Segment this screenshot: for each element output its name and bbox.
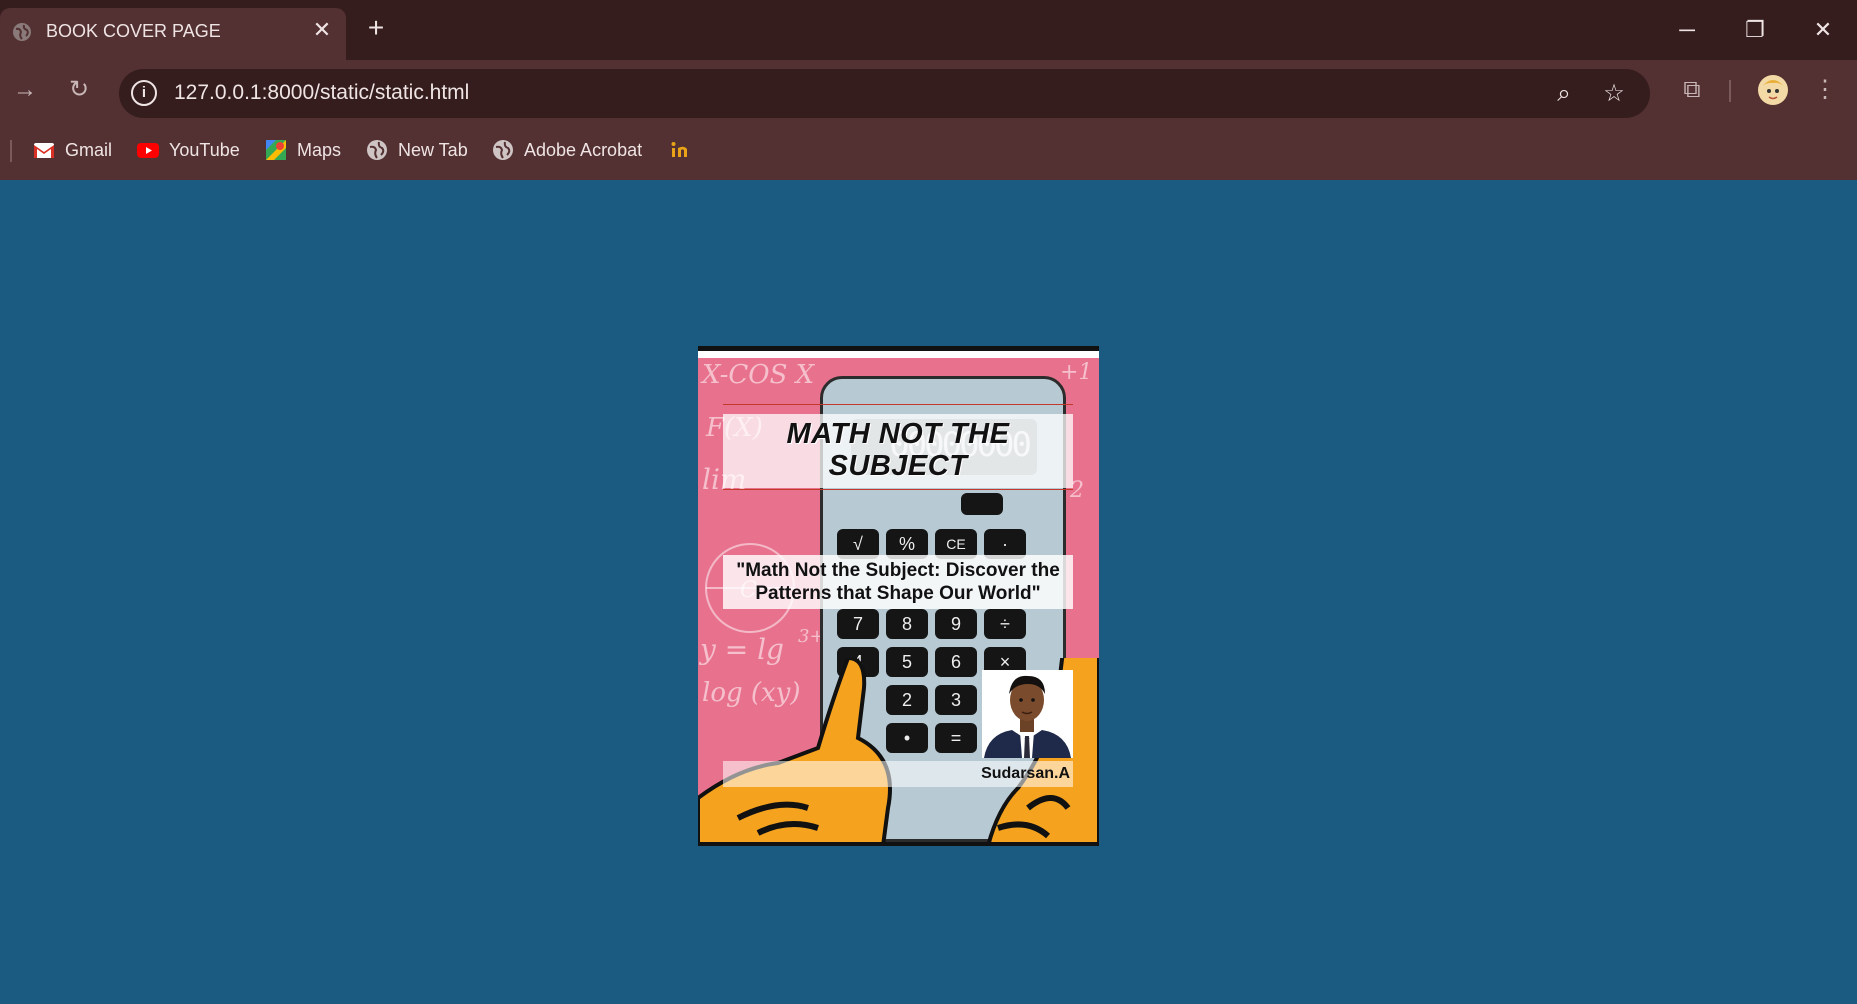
chalk-formula: +1 <box>1060 360 1093 385</box>
book-subtitle: "Math Not the Subject: Discover the Patt… <box>736 560 1060 604</box>
bookmarks-divider <box>10 140 12 162</box>
author-name: Sudarsan.A <box>981 765 1070 782</box>
minimize-button[interactable]: ─ <box>1667 12 1707 48</box>
window-close-button[interactable]: ✕ <box>1803 12 1843 48</box>
tab-active[interactable]: BOOK COVER PAGE ✕ <box>0 8 346 60</box>
cover-top-border <box>698 346 1099 351</box>
globe-icon <box>13 23 31 41</box>
address-bar[interactable]: i 127.0.0.1:8000/static/static.html ⌕ ☆ <box>119 69 1650 118</box>
bookmark-new-tab[interactable]: New Tab <box>366 137 468 163</box>
reload-button[interactable]: ↻ <box>63 74 95 106</box>
bookmark-star-icon[interactable]: ☆ <box>1599 79 1629 109</box>
zoom-icon[interactable]: ⌕ <box>1549 79 1579 109</box>
book-title: MATH NOT THE SUBJECT <box>786 418 1010 482</box>
bookmark-label: New Tab <box>398 139 468 160</box>
calculator-key: ÷ <box>984 609 1026 639</box>
bookmark-youtube[interactable]: YouTube <box>137 137 240 163</box>
tab-close-icon[interactable]: ✕ <box>310 18 334 42</box>
author-photo <box>982 670 1073 758</box>
bookmark-label: Gmail <box>65 139 113 160</box>
calculator-key: 8 <box>886 609 928 639</box>
bookmark-maps[interactable]: Maps <box>265 137 341 163</box>
youtube-icon <box>137 143 159 158</box>
bookmark-label: YouTube <box>169 139 240 160</box>
extensions-icon[interactable]: ⧉ <box>1676 74 1708 106</box>
book-cover: X-COS X F(X) lim C y = lg log (xy) +1 3+… <box>698 346 1099 846</box>
bookmark-extra[interactable] <box>669 137 701 163</box>
extension-logo-icon <box>671 142 687 157</box>
bookmarks-bar: Gmail YouTube Maps New Tab Adobe Acrobat <box>0 120 1857 180</box>
chalk-formula: X-COS X <box>702 360 815 390</box>
bookmark-label: Maps <box>297 139 342 160</box>
profile-avatar[interactable] <box>1757 74 1789 106</box>
title-rule-top <box>723 404 1073 405</box>
calculator-key <box>961 493 1003 515</box>
browser-menu-icon[interactable]: ⋮ <box>1809 74 1841 106</box>
maps-icon <box>266 140 286 160</box>
tab-title: BOOK COVER PAGE <box>46 21 221 41</box>
tab-strip: BOOK COVER PAGE ✕ + ─ ❐ ✕ <box>0 0 1857 60</box>
restore-button[interactable]: ❐ <box>1735 12 1775 48</box>
site-info-icon[interactable]: i <box>131 80 157 106</box>
forward-button[interactable]: → <box>9 74 41 106</box>
bookmark-label: Adobe Acrobat <box>524 139 643 160</box>
calculator-key: 7 <box>837 609 879 639</box>
address-url[interactable]: 127.0.0.1:8000/static/static.html <box>174 81 469 105</box>
gmail-icon <box>34 143 54 158</box>
toolbar: → ↻ i 127.0.0.1:8000/static/static.html … <box>0 60 1857 120</box>
author-portrait <box>982 670 1073 758</box>
bookmark-adobe-acrobat[interactable]: Adobe Acrobat <box>492 137 642 163</box>
new-tab-button[interactable]: + <box>362 14 390 42</box>
toolbar-divider <box>1729 80 1731 102</box>
globe-icon <box>493 140 513 160</box>
globe-icon <box>367 140 387 160</box>
bookmark-gmail[interactable]: Gmail <box>33 137 112 163</box>
cover-bottom-border <box>698 842 1099 846</box>
title-rule-bottom <box>723 489 1073 490</box>
calculator-key: 9 <box>935 609 977 639</box>
